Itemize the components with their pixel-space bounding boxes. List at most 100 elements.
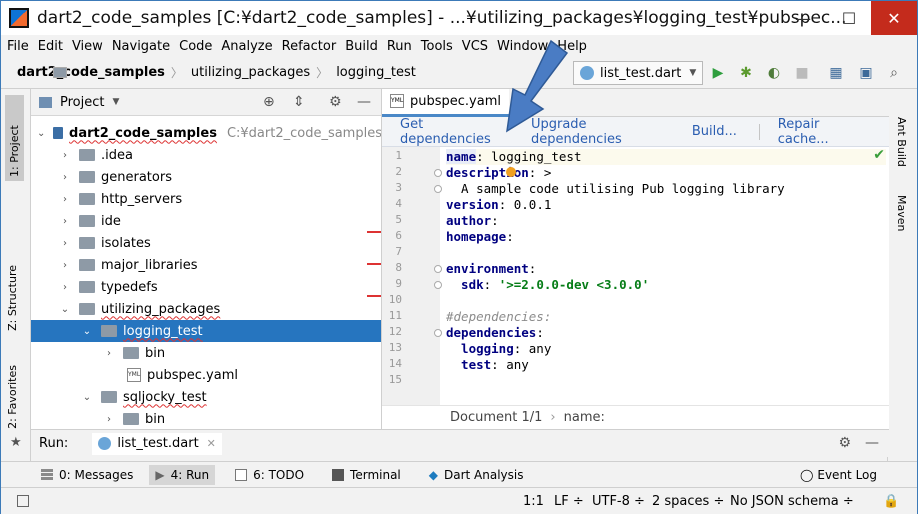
- menu-view[interactable]: View: [72, 39, 103, 54]
- tree-item[interactable]: › bin: [31, 342, 381, 364]
- chevron-right-icon[interactable]: ›: [59, 150, 71, 161]
- upgrade-dependencies-link[interactable]: Upgrade dependencies: [531, 117, 670, 147]
- caret-position[interactable]: 1:1: [523, 494, 544, 509]
- code-area[interactable]: name: logging_test description: > A samp…: [446, 147, 886, 405]
- gear-icon[interactable]: ⚙: [329, 94, 342, 110]
- chevron-right-icon[interactable]: ›: [59, 216, 71, 227]
- menu-help[interactable]: Help: [557, 39, 587, 54]
- chevron-right-icon[interactable]: ›: [59, 172, 71, 183]
- tab-messages[interactable]: 0: Messages: [41, 468, 133, 482]
- run-configuration-select[interactable]: list_test.dart ▼: [573, 61, 703, 85]
- indent-select[interactable]: 2 spaces ÷: [652, 494, 724, 509]
- document-indicator[interactable]: Document 1/1: [450, 410, 542, 425]
- tree-item[interactable]: › generators: [31, 166, 381, 188]
- chevron-down-icon[interactable]: ⌄: [81, 392, 93, 403]
- project-structure-icon[interactable]: ▦: [827, 64, 845, 82]
- tab-dart-analysis[interactable]: ◆ Dart Analysis: [429, 468, 524, 482]
- breadcrumb-utilizing-packages[interactable]: utilizing_packages 〉: [53, 64, 328, 81]
- fold-marker-icon[interactable]: [434, 185, 442, 193]
- chevron-right-icon[interactable]: ›: [103, 414, 115, 425]
- tree-item[interactable]: ⌄ dart2_code_samples C:¥dart2_code_samples: [31, 122, 381, 144]
- line-number: 9: [395, 277, 402, 290]
- chevron-right-icon[interactable]: ›: [59, 282, 71, 293]
- menu-code[interactable]: Code: [179, 39, 212, 54]
- menu-window[interactable]: Window: [497, 39, 548, 54]
- tool-windows-toggle-icon[interactable]: [17, 495, 29, 507]
- hide-icon[interactable]: —: [865, 435, 879, 451]
- collapse-all-icon[interactable]: ⇕: [293, 94, 305, 110]
- chevron-down-icon[interactable]: ⌄: [37, 128, 45, 139]
- inspection-ok-icon[interactable]: ✔: [873, 147, 885, 163]
- breadcrumb-logging-test[interactable]: logging_test: [53, 65, 416, 80]
- tree-item[interactable]: › http_servers: [31, 188, 381, 210]
- stop-icon[interactable]: ■: [793, 64, 811, 82]
- lock-icon[interactable]: 🔒: [883, 494, 899, 509]
- tab-run[interactable]: ▶ 4: Run: [149, 464, 216, 485]
- menu-build[interactable]: Build: [345, 39, 378, 54]
- chevron-down-icon[interactable]: ⌄: [81, 326, 93, 337]
- editor-tab-pubspec[interactable]: YML pubspec.yaml: [382, 88, 509, 117]
- tab-project-tool[interactable]: 1: Project: [5, 95, 24, 181]
- fold-marker-icon[interactable]: [434, 265, 442, 273]
- menu-edit[interactable]: Edit: [38, 39, 63, 54]
- get-dependencies-link[interactable]: Get dependencies: [400, 117, 509, 147]
- build-link[interactable]: Build...: [692, 124, 737, 139]
- json-schema-select[interactable]: No JSON schema ÷: [730, 494, 854, 509]
- tab-ant-build[interactable]: Ant Build: [895, 117, 908, 167]
- encoding-select[interactable]: UTF-8 ÷: [592, 494, 645, 509]
- menu-tools[interactable]: Tools: [421, 39, 453, 54]
- tree-item[interactable]: ⌄ sqljocky_test: [31, 386, 381, 408]
- tree-item[interactable]: › major_libraries: [31, 254, 381, 276]
- menu-analyze[interactable]: Analyze: [221, 39, 272, 54]
- locate-icon[interactable]: ⊕: [263, 94, 275, 110]
- tree-item[interactable]: › .idea: [31, 144, 381, 166]
- breadcrumb-root[interactable]: dart2_code_samples 〉: [17, 64, 183, 81]
- chevron-down-icon[interactable]: ▼: [112, 97, 119, 107]
- menu-file[interactable]: File: [7, 39, 29, 54]
- tree-item[interactable]: › bin: [31, 408, 381, 429]
- debug-icon[interactable]: ✱: [737, 64, 755, 82]
- chevron-right-icon[interactable]: ›: [59, 260, 71, 271]
- code-line-12: dependencies:: [446, 325, 544, 340]
- coverage-icon[interactable]: ◐: [765, 64, 783, 82]
- repair-cache-link[interactable]: Repair cache...: [778, 117, 867, 147]
- project-panel-title[interactable]: Project: [60, 95, 104, 110]
- fold-marker-icon[interactable]: [434, 169, 442, 177]
- fold-marker-icon[interactable]: [434, 281, 442, 289]
- chevron-right-icon[interactable]: ›: [103, 348, 115, 359]
- module-folder-icon: [53, 127, 64, 139]
- chevron-down-icon[interactable]: ⌄: [59, 304, 71, 315]
- menu-refactor[interactable]: Refactor: [282, 39, 337, 54]
- maximize-button[interactable]: ☐: [827, 1, 871, 35]
- chevron-right-icon[interactable]: ›: [59, 194, 71, 205]
- tree-item[interactable]: › isolates: [31, 232, 381, 254]
- search-icon[interactable]: ⌕: [885, 64, 903, 82]
- hide-icon[interactable]: —: [357, 94, 371, 110]
- fold-marker-icon[interactable]: [434, 329, 442, 337]
- yaml-path-indicator[interactable]: name:: [564, 410, 605, 425]
- tree-item[interactable]: ⌄ logging_test: [31, 320, 381, 342]
- run-icon[interactable]: ▶: [709, 64, 727, 82]
- event-log-button[interactable]: ◯ Event Log: [800, 468, 877, 482]
- tree-item[interactable]: YML pubspec.yaml: [31, 364, 381, 386]
- folder-icon: [79, 259, 95, 271]
- layout-icon[interactable]: ▣: [857, 64, 875, 82]
- tree-item[interactable]: ⌄ utilizing_packages: [31, 298, 381, 320]
- menu-vcs[interactable]: VCS: [462, 39, 488, 54]
- menu-run[interactable]: Run: [387, 39, 412, 54]
- line-separator-select[interactable]: LF ÷: [554, 494, 584, 509]
- menu-navigate[interactable]: Navigate: [112, 39, 170, 54]
- run-tab-list-test[interactable]: list_test.dart ✕: [92, 432, 222, 455]
- tab-todo[interactable]: 6: TODO: [235, 468, 304, 482]
- close-button[interactable]: ✕: [871, 1, 917, 35]
- minimize-button[interactable]: —: [781, 1, 825, 35]
- tab-structure-tool[interactable]: Z: Structure: [6, 265, 19, 331]
- gear-icon[interactable]: ⚙: [838, 435, 851, 451]
- tree-item[interactable]: › ide: [31, 210, 381, 232]
- tab-maven[interactable]: Maven: [895, 195, 908, 231]
- tree-item[interactable]: › typedefs: [31, 276, 381, 298]
- tab-favorites-tool[interactable]: 2: Favorites: [6, 365, 19, 429]
- tab-terminal[interactable]: Terminal: [332, 468, 401, 482]
- close-tab-icon[interactable]: ✕: [207, 437, 216, 450]
- chevron-right-icon[interactable]: ›: [59, 238, 71, 249]
